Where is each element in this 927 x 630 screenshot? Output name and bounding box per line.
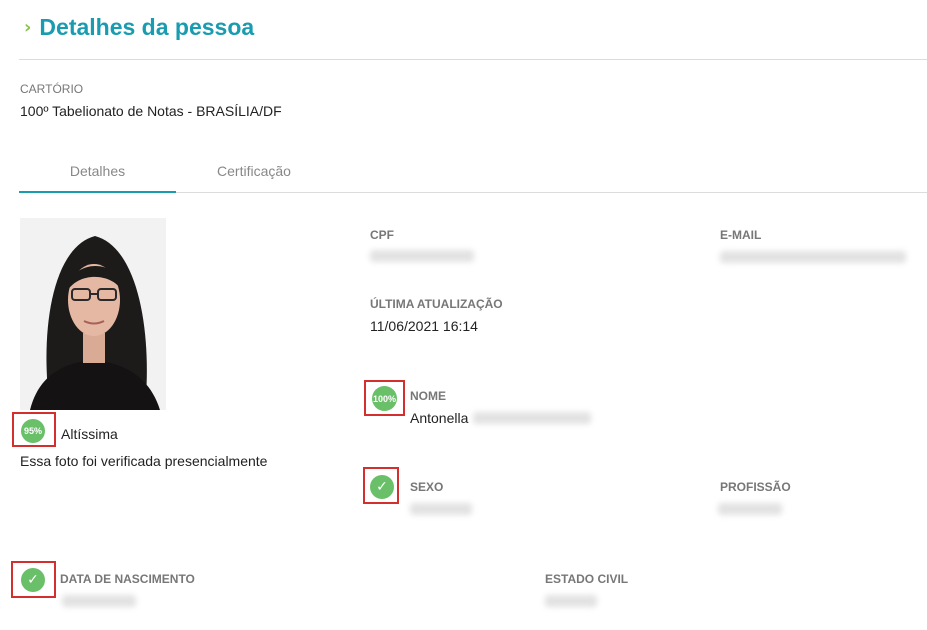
cpf-label: CPF — [370, 228, 394, 242]
nome-label: NOME — [410, 389, 446, 403]
tab-certificacao[interactable]: Certificação — [195, 150, 313, 192]
estado-civil-label: ESTADO CIVIL — [545, 572, 629, 586]
profissao-label: PROFISSÃO — [720, 480, 791, 494]
sexo-label: SEXO — [410, 480, 444, 494]
person-photo — [20, 218, 166, 410]
page-title: Detalhes da pessoa — [39, 14, 255, 40]
ultima-atualizacao-label: ÚLTIMA ATUALIZAÇÃO — [370, 297, 503, 311]
title-divider — [19, 59, 927, 60]
person-photo-illustration — [20, 218, 166, 410]
data-nascimento-value-redacted — [62, 595, 136, 607]
estado-civil-value-redacted — [545, 595, 597, 607]
nome-surname-redacted — [473, 412, 591, 424]
check-circle-icon: ✓ — [21, 568, 45, 592]
email-value-redacted — [720, 251, 906, 263]
photo-score-badge: 95% — [21, 419, 45, 443]
data-nascimento-label: DATA DE NASCIMENTO — [60, 572, 195, 586]
email-label: E-MAIL — [720, 228, 762, 242]
ultima-atualizacao-value: 11/06/2021 16:14 — [370, 318, 478, 334]
chevron-right-icon: › — [24, 17, 32, 38]
sexo-value-redacted — [410, 503, 472, 515]
profissao-value-redacted — [718, 503, 782, 515]
check-circle-icon: ✓ — [370, 475, 394, 499]
tab-detalhes[interactable]: Detalhes — [19, 150, 176, 193]
cartorio-label: CARTÓRIO — [20, 82, 84, 96]
cartorio-value: 100º Tabelionato de Notas - BRASÍLIA/DF — [20, 103, 282, 119]
cpf-value-redacted — [370, 250, 474, 262]
nome-score-badge: 100% — [372, 386, 397, 411]
tab-bar: Detalhes Certificação — [19, 150, 927, 193]
nome-value: Antonella — [410, 410, 469, 426]
page-header: › Detalhes da pessoa — [24, 14, 254, 41]
photo-score-text: Altíssima — [61, 426, 118, 442]
photo-verification-note: Essa foto foi verificada presencialmente — [20, 453, 268, 469]
